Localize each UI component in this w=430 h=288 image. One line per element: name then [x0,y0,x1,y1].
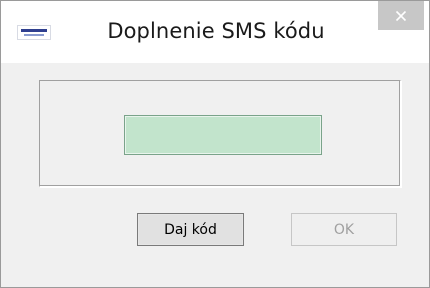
title-bar: Doplnenie SMS kódu [1,1,429,63]
close-button[interactable] [378,1,424,30]
dialog-window: Doplnenie SMS kódu Daj kód OK [0,0,430,288]
window-title: Doplnenie SMS kódu [107,19,325,43]
close-icon [395,10,407,21]
sms-code-input[interactable] [124,115,322,155]
ok-button[interactable]: OK [291,213,397,246]
get-code-button[interactable]: Daj kód [137,213,244,246]
